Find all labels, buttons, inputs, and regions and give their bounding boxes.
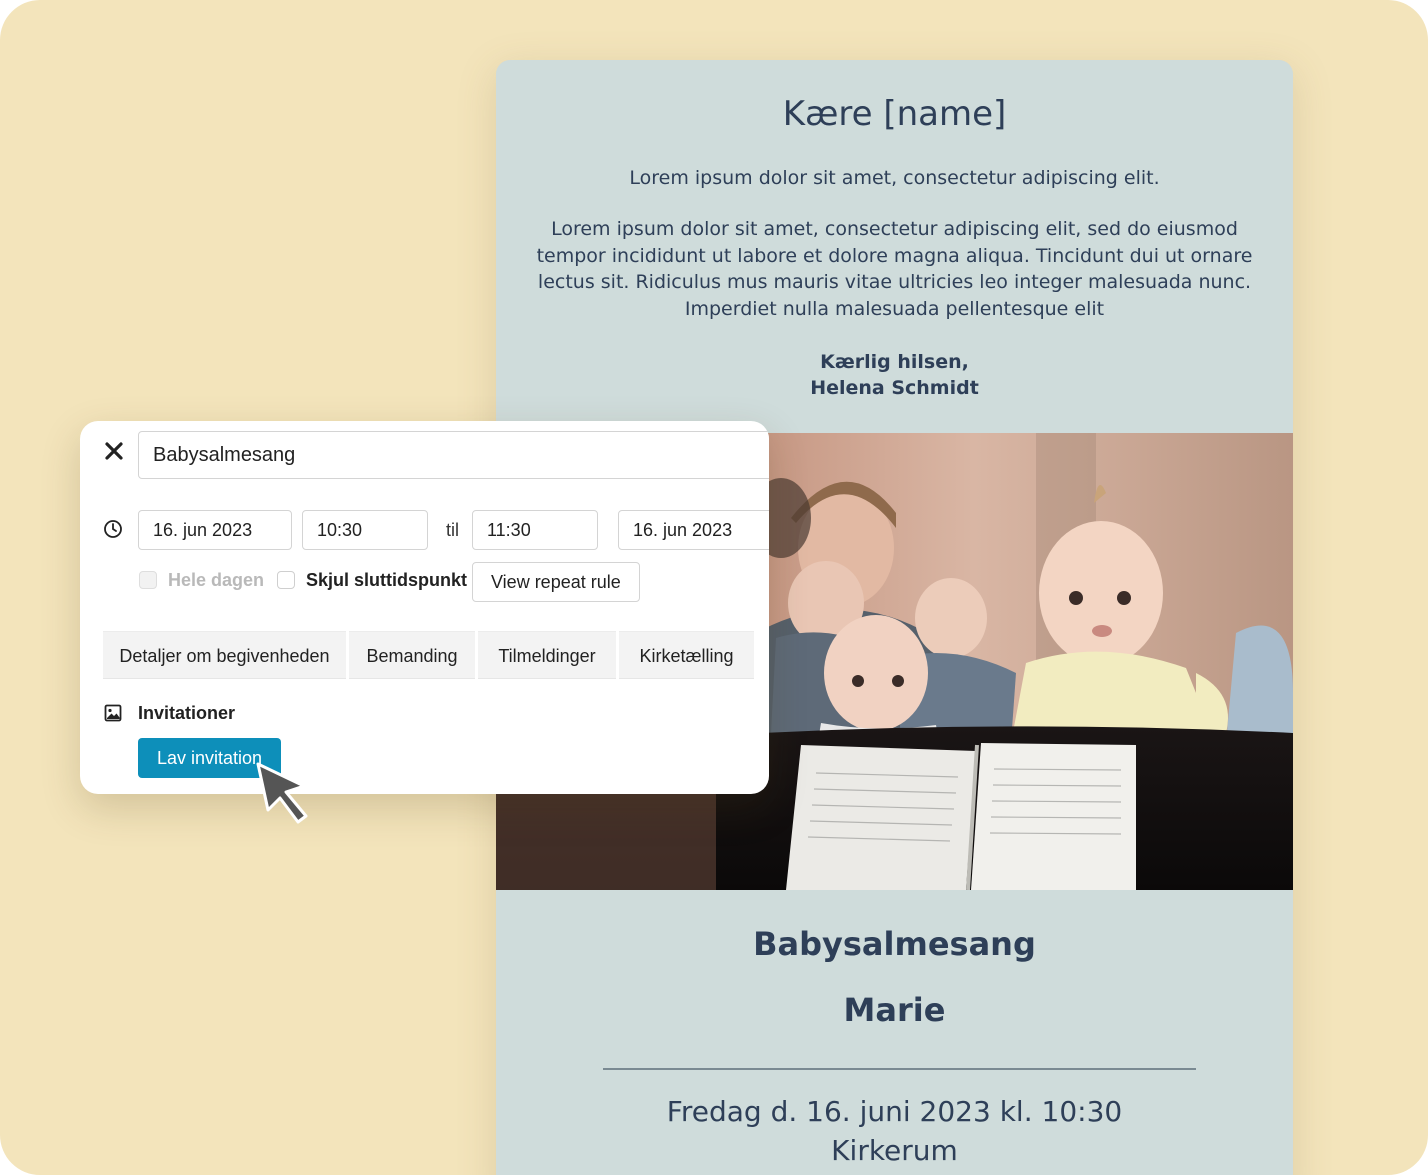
- event-name: Marie: [843, 991, 946, 1029]
- start-date-input[interactable]: [138, 510, 292, 550]
- clock-icon: [104, 520, 122, 538]
- invitations-section-label: Invitationer: [138, 703, 236, 723]
- image-icon: [104, 704, 122, 722]
- end-time-input[interactable]: [472, 510, 598, 550]
- event-place: Kirkerum: [831, 1134, 958, 1167]
- tab-registrations[interactable]: Tilmeldinger: [478, 631, 616, 679]
- end-date-input[interactable]: [618, 510, 769, 550]
- view-repeat-rule-button[interactable]: View repeat rule: [472, 562, 640, 602]
- event-title: Babysalmesang: [753, 925, 1036, 963]
- hide-end-checkbox[interactable]: [277, 571, 295, 589]
- close-icon[interactable]: [102, 439, 126, 463]
- til-label: til: [446, 520, 459, 540]
- event-editor-panel: til Hele dagen Skjul sluttidspunkt View …: [80, 421, 769, 794]
- all-day-checkbox[interactable]: [139, 571, 157, 589]
- event-date: Fredag d. 16. juni 2023 kl. 10:30: [666, 1095, 1123, 1128]
- tab-staffing[interactable]: Bemanding: [349, 631, 475, 679]
- signature-block: Kærlig hilsen, Helena Schmidt: [496, 349, 1293, 401]
- greeting-heading: Kære [name]: [782, 94, 1007, 134]
- all-day-label: Hele dagen: [168, 570, 265, 590]
- cursor-icon: [256, 762, 308, 824]
- hide-end-label: Skjul sluttidspunkt: [306, 570, 468, 590]
- tab-event-details[interactable]: Detaljer om begivenheden: [103, 631, 346, 679]
- event-title-input[interactable]: [138, 431, 769, 479]
- intro-text: Lorem ipsum dolor sit amet, consectetur …: [629, 167, 1160, 189]
- stage-background: Kære [name] Lorem ipsum dolor sit amet, …: [0, 0, 1428, 1175]
- body-text: Lorem ipsum dolor sit amet, consectetur …: [536, 218, 1253, 320]
- divider: [603, 1068, 1196, 1070]
- start-time-input[interactable]: [302, 510, 428, 550]
- signature-name: Helena Schmidt: [810, 377, 979, 399]
- signoff-text: Kærlig hilsen,: [820, 351, 969, 373]
- tab-church-count[interactable]: Kirketælling: [619, 631, 754, 679]
